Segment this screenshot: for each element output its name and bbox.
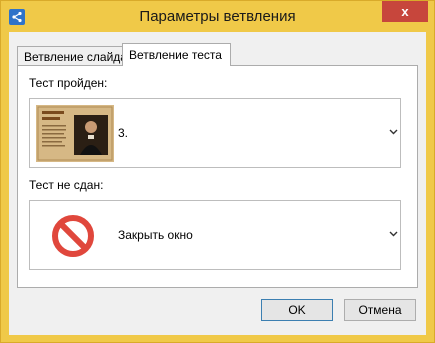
cancel-button[interactable]: Отмена [344,299,416,321]
test-passed-label: Тест пройден: [29,76,108,90]
chevron-down-icon [389,126,398,138]
test-passed-value: 3. [118,126,129,140]
slide-thumbnail [36,105,114,162]
close-icon: x [401,4,409,19]
chevron-down-icon [389,228,398,240]
test-failed-dropdown[interactable]: Закрыть окно [29,200,401,270]
dialog-client-area: Ветвление слайда Ветвление теста Тест пр… [9,32,426,335]
test-passed-dropdown[interactable]: 3. [29,98,401,168]
dialog-window: Параметры ветвления x Ветвление слайда В… [0,0,435,343]
title-bar[interactable]: Параметры ветвления x [1,1,434,32]
ok-button[interactable]: OK [261,299,333,321]
test-failed-label: Тест не сдан: [29,178,104,192]
close-button[interactable]: x [382,1,428,22]
test-failed-value: Закрыть окно [118,228,193,242]
window-title: Параметры ветвления [139,8,296,25]
tab-test-branching[interactable]: Ветвление теста [122,43,231,66]
tab-slide-branching[interactable]: Ветвление слайда [17,46,127,65]
tab-panel: Тест пройден: 3. Тест не сдан: Закрыть о… [17,65,418,288]
no-entry-icon [50,213,96,262]
